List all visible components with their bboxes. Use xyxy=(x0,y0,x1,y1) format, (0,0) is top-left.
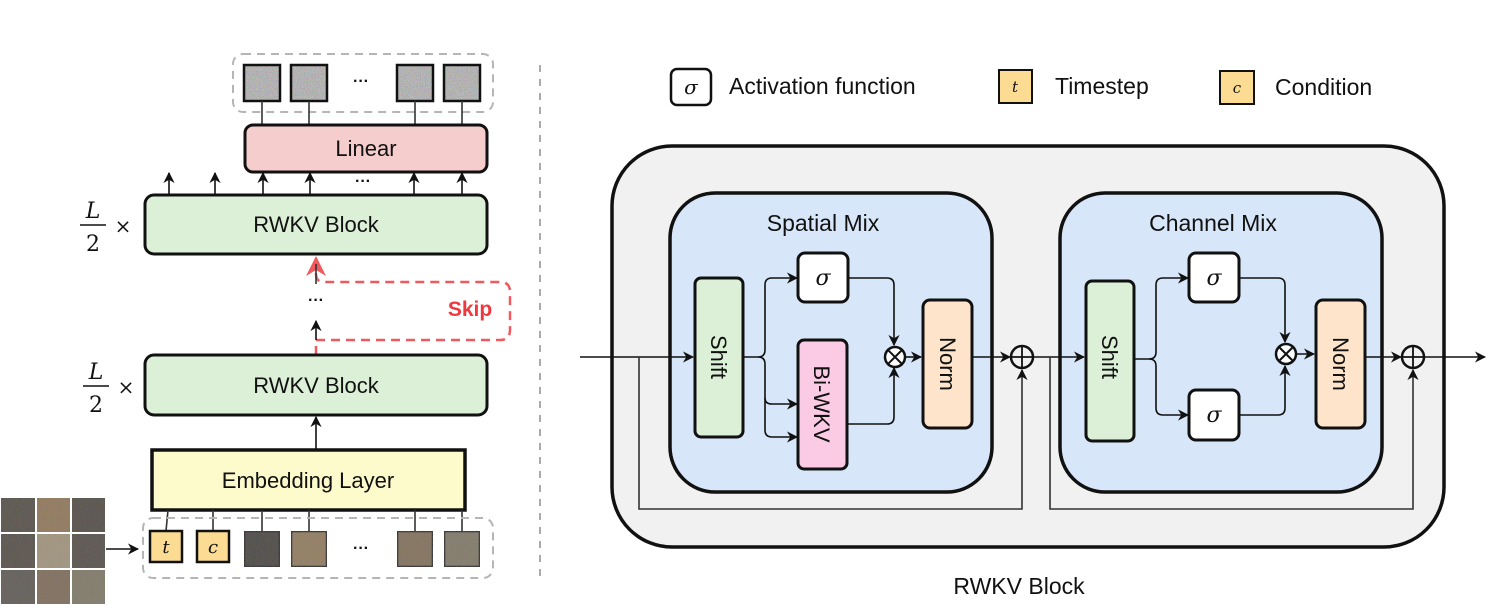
rwkv-top-multiplier: L 2 × xyxy=(80,199,131,257)
rwkv-block-bottom-label: RWKV Block xyxy=(253,373,380,398)
image-patch xyxy=(37,534,70,568)
multiplier-times: × xyxy=(118,375,135,399)
middle-ellipsis: ··· xyxy=(308,292,324,309)
rwkv-block-detail: Spatial Mix Shift σ Bi-WKV Norm Channel … xyxy=(580,144,1487,599)
legend-timestep-symbol: t xyxy=(1012,78,1019,96)
output-token xyxy=(291,65,327,101)
add-node-1 xyxy=(1009,344,1035,370)
multiplier-denominator: 2 xyxy=(86,232,100,257)
timestep-token-label: t xyxy=(162,537,170,558)
linear-label: Linear xyxy=(335,136,396,161)
image-patch xyxy=(37,498,70,532)
linear-to-output-lines xyxy=(261,101,463,125)
tokens-to-embedding-lines xyxy=(165,509,463,532)
channel-sigma-top-symbol: σ xyxy=(1206,266,1222,291)
legend-condition-label: Condition xyxy=(1275,74,1372,100)
condition-token-label: c xyxy=(208,537,218,558)
biwkv-label: Bi-WKV xyxy=(809,366,834,443)
diagram-canvas: ··· Linear ··· RWKV Block L 2 × Skip ···… xyxy=(0,53,1487,606)
skip-label: Skip xyxy=(448,298,492,321)
multiplier-denominator: 2 xyxy=(89,393,103,418)
channel-mix-title: Channel Mix xyxy=(1149,210,1277,236)
image-patch xyxy=(72,534,105,568)
channel-shift-label: Shift xyxy=(1097,335,1122,379)
image-patch xyxy=(72,498,105,532)
image-patch xyxy=(1,570,35,604)
legend: σ Activation function t Timestep c Condi… xyxy=(669,67,1372,107)
output-tokens-ellipsis: ··· xyxy=(353,73,369,90)
channel-norm-label: Norm xyxy=(1328,337,1353,391)
input-image-patches xyxy=(0,498,106,606)
legend-condition-symbol: c xyxy=(1233,79,1242,97)
add-node-2 xyxy=(1400,344,1426,370)
output-token xyxy=(244,65,280,101)
image-patch-token xyxy=(289,529,329,569)
input-tokens-ellipsis: ··· xyxy=(353,540,369,557)
embedding-layer-label: Embedding Layer xyxy=(222,468,394,493)
image-patch xyxy=(1,534,35,568)
output-token xyxy=(397,65,433,101)
spatial-mix-title: Spatial Mix xyxy=(767,210,880,236)
rwkv-bottom-multiplier: L 2 × xyxy=(83,360,134,418)
rwkv-top-output-arrows xyxy=(163,171,468,195)
channel-sigma-bottom-symbol: σ xyxy=(1206,403,1222,428)
spatial-norm-label: Norm xyxy=(935,337,960,391)
image-patch xyxy=(1,498,35,532)
left-panel: ··· Linear ··· RWKV Block L 2 × Skip ···… xyxy=(0,53,512,606)
image-patch-token xyxy=(442,529,482,569)
legend-activation-symbol: σ xyxy=(684,75,699,99)
legend-activation-label: Activation function xyxy=(729,73,916,99)
multiplier-times: × xyxy=(115,214,132,238)
rwkv-block-caption: RWKV Block xyxy=(953,573,1085,599)
legend-timestep-label: Timestep xyxy=(1055,73,1149,99)
linear-inputs-ellipsis: ··· xyxy=(355,173,371,190)
image-patch xyxy=(72,570,105,604)
multiplier-numerator: L xyxy=(85,199,101,224)
image-patch xyxy=(37,570,70,604)
image-patch-token xyxy=(395,529,435,569)
image-patch-token xyxy=(242,529,282,569)
output-token xyxy=(444,65,480,101)
multiplier-numerator: L xyxy=(88,360,104,385)
channel-multiply-node xyxy=(1274,342,1298,366)
spatial-multiply-node xyxy=(883,345,907,369)
rwkv-block-top-label: RWKV Block xyxy=(253,212,380,237)
spatial-shift-label: Shift xyxy=(706,335,731,379)
spatial-sigma-symbol: σ xyxy=(815,266,831,291)
